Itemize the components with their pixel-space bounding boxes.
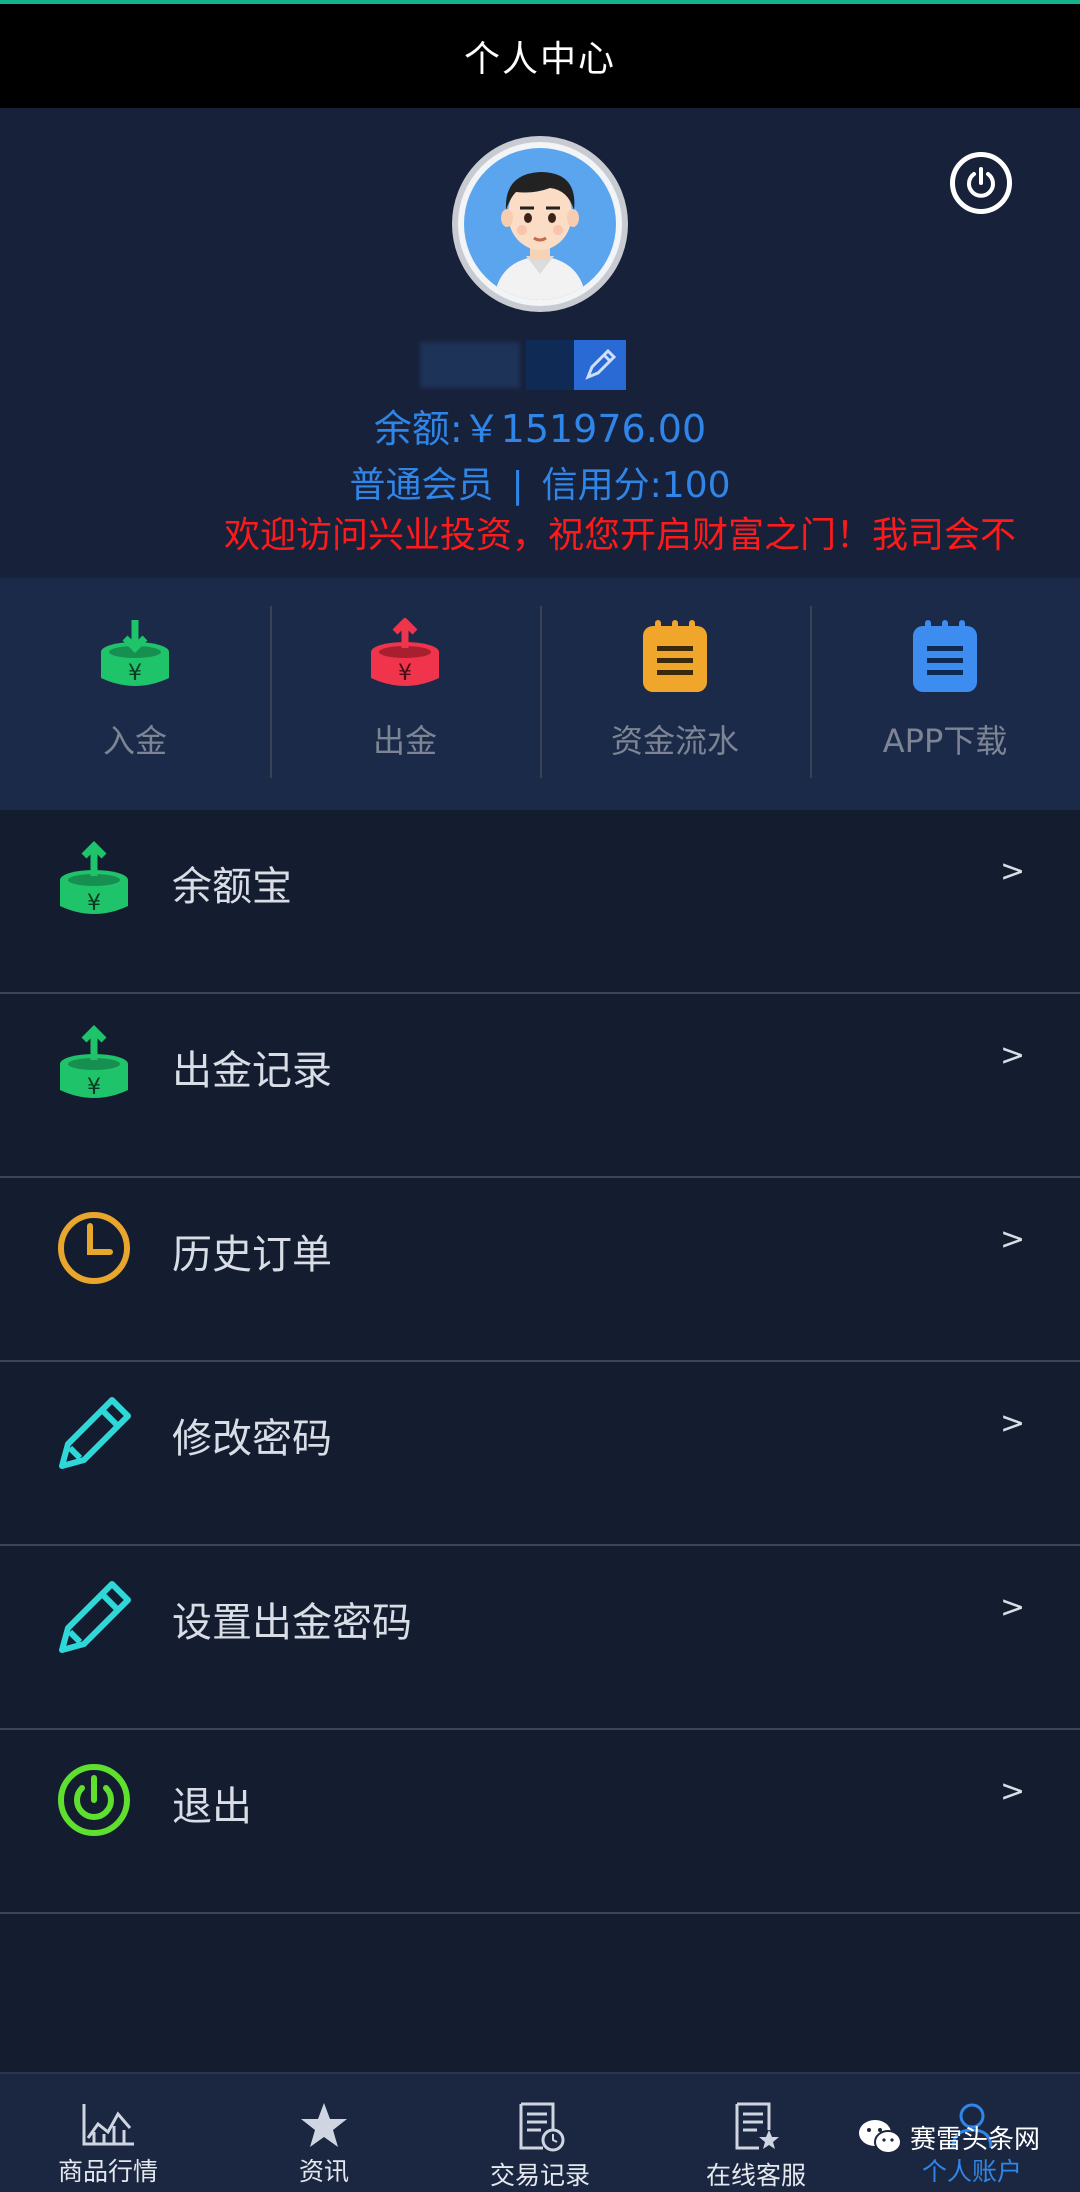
- chevron-right-icon: >: [1000, 1038, 1026, 1073]
- menu-item-change-password[interactable]: 修改密码 >: [0, 1362, 1080, 1546]
- quick-actions: ¥ 入金 ¥ 出金 资金流水 APP下载: [0, 578, 1080, 810]
- tab-news[interactable]: 资讯: [216, 2074, 432, 2192]
- svg-text:¥: ¥: [128, 661, 142, 686]
- deposit-icon: ¥: [101, 620, 169, 686]
- menu-label: 出金记录: [172, 1048, 332, 1094]
- quick-action-label: 入金: [102, 722, 167, 760]
- chevron-right-icon: >: [1000, 1222, 1026, 1257]
- clock-icon: [58, 1212, 130, 1284]
- tab-label: 资讯: [298, 2157, 349, 2186]
- account-menu: ¥ 余额宝 > ¥ 出金记录 > 历史订单 > 修改密码 > 设置出金密码 > …: [0, 810, 1080, 1914]
- withdraw-icon: ¥: [371, 618, 439, 686]
- quick-action-withdraw[interactable]: ¥ 出金: [270, 578, 540, 810]
- edit-pencil-icon[interactable]: [574, 340, 626, 390]
- menu-label: 退出: [172, 1784, 252, 1830]
- brand-name: 赛雷头条网: [910, 2124, 1041, 2155]
- quick-action-label: 出金: [372, 722, 437, 760]
- menu-item-order-history[interactable]: 历史订单 >: [0, 1178, 1080, 1362]
- username-redacted: [420, 340, 626, 390]
- tab-label: 个人账户: [921, 2157, 1022, 2186]
- menu-label: 余额宝: [172, 864, 292, 910]
- tab-online-service[interactable]: 在线客服: [648, 2074, 864, 2192]
- svg-text:¥: ¥: [87, 1075, 101, 1100]
- document-clock-icon: [519, 2102, 565, 2152]
- redaction-block: [526, 340, 574, 390]
- quick-action-fund-flow[interactable]: 资金流水: [540, 578, 810, 810]
- deposit-icon: ¥: [60, 841, 128, 916]
- chevron-right-icon: >: [1000, 1590, 1026, 1625]
- member-info: 普通会员 | 信用分:100: [0, 456, 1080, 508]
- tab-trade-records[interactable]: 交易记录: [432, 2074, 648, 2192]
- page-title: 个人中心: [463, 39, 616, 80]
- chevron-right-icon: >: [1000, 1774, 1026, 1809]
- chart-icon: [82, 2104, 134, 2146]
- svg-text:¥: ¥: [398, 661, 412, 686]
- profile-section: 余额:￥151976.00 普通会员 | 信用分:100 欢迎访问兴业投资，祝您开启…: [0, 108, 1080, 578]
- header-bar: 个人中心: [0, 4, 1080, 108]
- menu-label: 历史订单: [172, 1232, 332, 1278]
- announcement-marquee: 欢迎访问兴业投资，祝您开启财富之门！我司会不: [224, 515, 1017, 556]
- chevron-right-icon: >: [1000, 1406, 1026, 1441]
- power-icon: [58, 1764, 130, 1836]
- quick-action-label: 资金流水: [610, 722, 739, 760]
- quick-action-deposit[interactable]: ¥ 入金: [0, 578, 270, 810]
- wechat-icon: [859, 2120, 902, 2154]
- menu-item-logout[interactable]: 退出 >: [0, 1730, 1080, 1914]
- star-icon: [301, 2103, 347, 2147]
- menu-item-withdraw-records[interactable]: ¥ 出金记录 >: [0, 994, 1080, 1178]
- member-level: 普通会员: [349, 465, 494, 506]
- tab-label: 在线客服: [705, 2161, 806, 2190]
- notepad-icon: [643, 620, 707, 692]
- menu-label: 设置出金密码: [172, 1600, 412, 1646]
- menu-item-set-withdraw-password[interactable]: 设置出金密码 >: [0, 1546, 1080, 1730]
- menu-item-yuebao[interactable]: ¥ 余额宝 >: [0, 810, 1080, 994]
- deposit-icon: ¥: [60, 1025, 128, 1100]
- chevron-right-icon: >: [1000, 854, 1026, 889]
- tab-label: 商品行情: [57, 2157, 158, 2186]
- tab-label: 交易记录: [489, 2161, 590, 2190]
- avatar[interactable]: [452, 136, 628, 312]
- pencil-icon: [59, 1581, 131, 1653]
- credit-score: 信用分:100: [541, 465, 731, 506]
- brand-watermark: 赛雷头条网: [858, 2118, 1040, 2156]
- tab-market[interactable]: 商品行情: [0, 2074, 216, 2192]
- avatar-image: [464, 148, 616, 300]
- document-star-icon: [735, 2102, 779, 2150]
- pencil-icon: [59, 1397, 131, 1469]
- notepad-icon: [913, 620, 977, 692]
- quick-action-app-download[interactable]: APP下载: [810, 578, 1080, 810]
- menu-label: 修改密码: [172, 1416, 332, 1462]
- power-icon[interactable]: [950, 152, 1012, 214]
- personal-center-page: 个人中心 余额:￥151976.00 普通会员 | 信用分:100 欢迎访问兴业…: [0, 0, 1080, 2192]
- redaction-block: [420, 342, 520, 388]
- quick-action-label: APP下载: [882, 722, 1008, 760]
- balance-text: 余额:￥151976.00: [373, 407, 707, 451]
- separator: |: [511, 465, 524, 506]
- svg-text:¥: ¥: [87, 891, 101, 916]
